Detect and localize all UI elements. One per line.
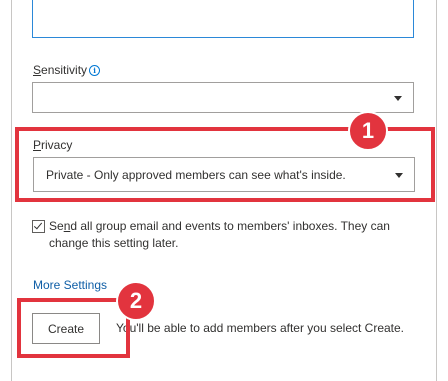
send-email-text-pre: Se — [49, 219, 64, 233]
send-email-checkbox-label[interactable]: Send all group email and events to membe… — [49, 218, 399, 252]
sensitivity-label-text: ensitivity — [41, 63, 88, 77]
panel-left-border — [11, 0, 12, 381]
chevron-down-icon — [394, 95, 402, 101]
send-email-text-post: d all group email and events to members'… — [49, 219, 390, 250]
callout-badge-2: 2 — [116, 281, 156, 321]
create-hint-text: You'll be able to add members after you … — [116, 321, 405, 335]
more-settings-link[interactable]: More Settings — [33, 278, 107, 292]
callout-badge-1: 1 — [348, 111, 388, 151]
send-email-checkbox[interactable] — [32, 220, 45, 233]
sensitivity-dropdown[interactable] — [32, 82, 414, 113]
panel-right-border — [436, 0, 437, 381]
sensitivity-label: Sensitivity i — [33, 63, 101, 77]
callout-highlight-create — [17, 298, 130, 358]
description-textarea[interactable] — [32, 0, 414, 38]
info-icon[interactable]: i — [89, 65, 101, 76]
checkmark-icon — [33, 220, 43, 230]
sensitivity-label-accesskey: S — [33, 63, 42, 77]
